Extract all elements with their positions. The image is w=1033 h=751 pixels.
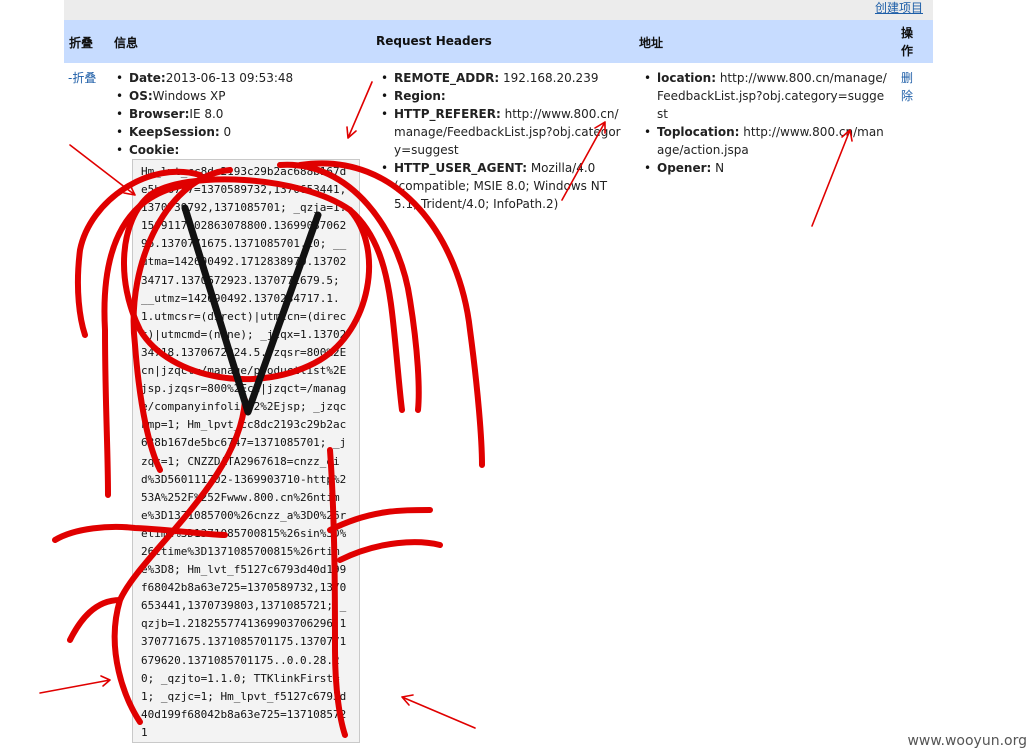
annotation-arrow-3	[561, 121, 606, 201]
annotation-arm-left-1	[52, 523, 228, 543]
annotation-arrow-6	[401, 694, 476, 729]
annotation-body-right	[327, 447, 348, 738]
annotation-arrow-4	[811, 129, 853, 227]
annotation-arm-right-2	[337, 539, 443, 563]
annotation-arrow-2	[346, 81, 373, 139]
annotation-circle	[121, 176, 373, 382]
annotation-hair-left-3	[130, 167, 233, 473]
annotation-overlay	[39, 81, 853, 738]
annotation-arrow-1	[69, 144, 136, 196]
annotation-arm-right-1	[327, 507, 433, 533]
annotation-arrow-5	[39, 675, 111, 694]
annotation-body-center	[111, 397, 248, 725]
watermark: www.wooyun.org	[907, 733, 1027, 749]
